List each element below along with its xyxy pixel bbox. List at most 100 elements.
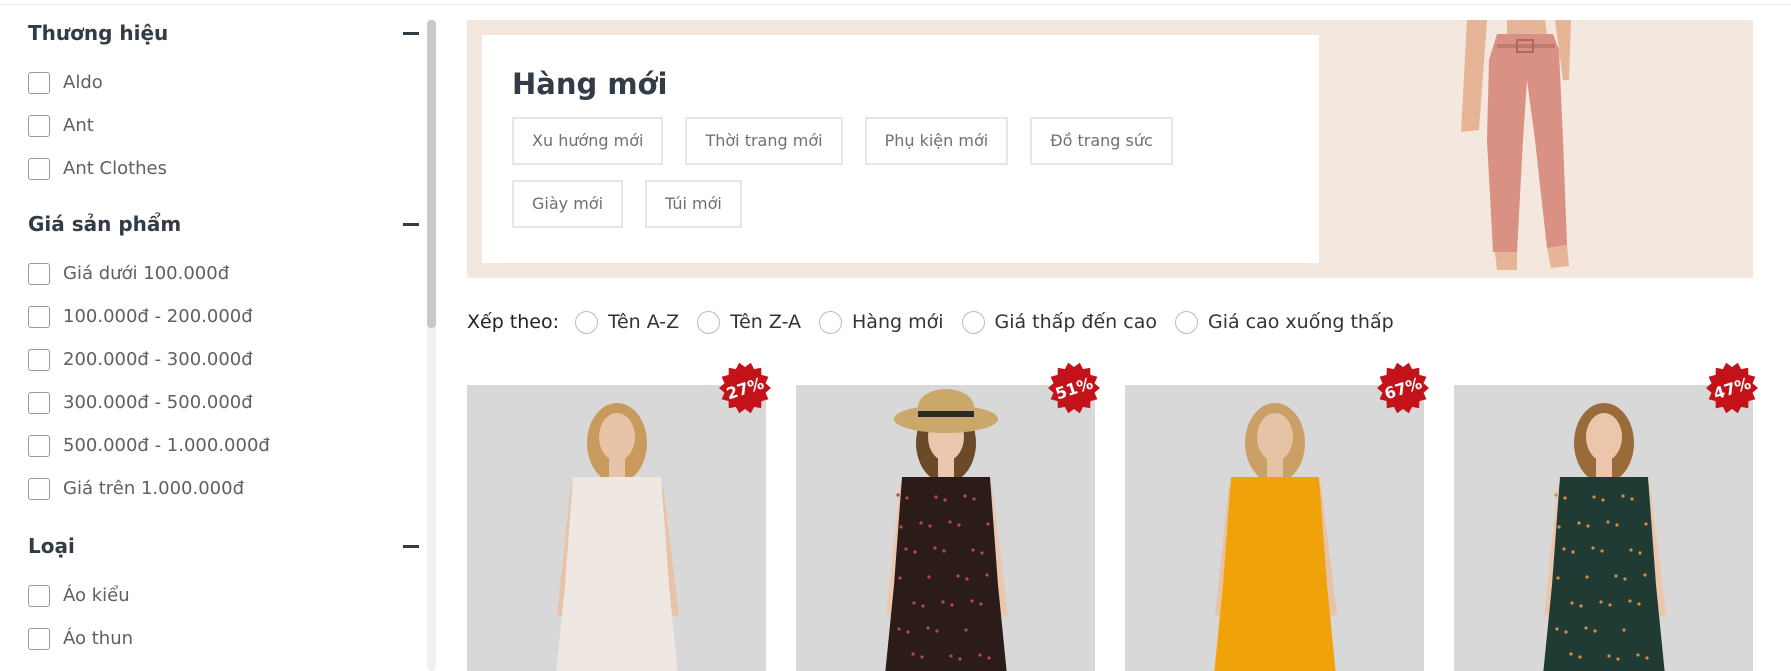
filter-item-price-6[interactable]: Giá trên 1.000.000đ: [28, 467, 425, 510]
tag-fashion[interactable]: Thời trang mới: [685, 117, 843, 165]
filter-label: 300.000đ - 500.000đ: [63, 392, 253, 413]
filter-label: 100.000đ - 200.000đ: [63, 306, 253, 327]
sort-option-price-asc[interactable]: Giá thấp đến cao: [961, 310, 1157, 334]
filter-label: Giá dưới 100.000đ: [63, 263, 230, 284]
sidebar-scrollbar[interactable]: [427, 20, 436, 671]
print-dot: [898, 576, 902, 580]
checkbox[interactable]: [28, 434, 50, 457]
main-content: Hàng mới Xu hướng mới Thời trang mới Phụ…: [467, 20, 1758, 671]
product-image[interactable]: [796, 385, 1095, 671]
print-dot: [970, 599, 974, 603]
filter-item-price-4[interactable]: 300.000đ - 500.000đ: [28, 381, 425, 424]
print-dot: [1570, 601, 1574, 605]
filter-label: Ant: [63, 115, 94, 136]
product-card[interactable]: 51%: [796, 362, 1100, 671]
print-dot: [1638, 551, 1642, 555]
sort-option-newest[interactable]: Hàng mới: [819, 310, 944, 334]
print-dot: [980, 551, 984, 555]
print-dot: [1614, 574, 1618, 578]
tag-trend[interactable]: Xu hướng mới: [512, 117, 664, 165]
sort-label: Xếp theo:: [467, 311, 560, 333]
discount-badge: 27%: [718, 361, 772, 415]
collapse-type-button[interactable]: [402, 534, 420, 558]
filter-item-price-3[interactable]: 200.000đ - 300.000đ: [28, 338, 425, 381]
filter-item-aldo[interactable]: Aldo: [28, 61, 425, 104]
print-dot: [928, 524, 932, 528]
filter-item-type-2[interactable]: Áo thun: [28, 617, 425, 660]
filter-group-brand: Thương hiệu Aldo Ant Ant Clothes: [28, 5, 425, 190]
sort-option-text: Giá cao xuống thấp: [1207, 311, 1394, 333]
tag-accessories[interactable]: Phụ kiện mới: [864, 117, 1009, 165]
print-dot: [948, 520, 952, 524]
checkbox[interactable]: [28, 305, 50, 328]
print-dot: [1607, 654, 1611, 658]
print-dot: [1600, 549, 1604, 553]
minus-icon: [403, 544, 419, 548]
print-dot: [1591, 546, 1595, 550]
tag-bags[interactable]: Túi mới: [645, 180, 742, 228]
discount-badge: 51%: [1047, 361, 1101, 415]
filter-item-price-2[interactable]: 100.000đ - 200.000đ: [28, 295, 425, 338]
print-dot: [1622, 628, 1626, 632]
print-dot: [897, 627, 901, 631]
collapse-price-button[interactable]: [402, 212, 420, 236]
collapse-brand-button[interactable]: [402, 21, 420, 45]
filter-item-price-1[interactable]: Giá dưới 100.000đ: [28, 252, 425, 295]
sort-option-name-asc[interactable]: Tên A-Z: [575, 310, 680, 334]
filter-group-type: Loại Áo kiểu Áo thun: [28, 518, 425, 660]
print-dot: [919, 521, 923, 525]
print-dot: [971, 548, 975, 552]
print-dot: [934, 495, 938, 499]
radio-button[interactable]: [697, 310, 721, 334]
print-dot: [1636, 653, 1640, 657]
filter-item-price-5[interactable]: 500.000đ - 1.000.000đ: [28, 424, 425, 467]
filter-item-ant[interactable]: Ant: [28, 104, 425, 147]
radio-button[interactable]: [961, 310, 985, 334]
checkbox[interactable]: [28, 627, 50, 650]
print-dot: [957, 523, 961, 527]
checkbox[interactable]: [28, 477, 50, 500]
print-dot: [950, 603, 954, 607]
banner-title: Hàng mới: [512, 67, 668, 101]
sort-option-text: Tên A-Z: [608, 311, 680, 333]
sort-option-name-desc[interactable]: Tên Z-A: [697, 310, 801, 334]
product-grid: 27% 51% 67% 47%: [467, 362, 1758, 671]
print-dot: [1644, 522, 1648, 526]
sort-option-price-desc[interactable]: Giá cao xuống thấp: [1174, 310, 1394, 334]
product-card[interactable]: 67%: [1125, 362, 1429, 671]
filter-item-type-1[interactable]: Áo kiểu: [28, 574, 425, 617]
print-dot: [1563, 496, 1567, 500]
minus-icon: [403, 31, 419, 35]
product-card[interactable]: 47%: [1454, 362, 1758, 671]
tag-jewelry[interactable]: Đồ trang sức: [1030, 117, 1173, 165]
tag-shoes[interactable]: Giày mới: [512, 180, 624, 228]
checkbox[interactable]: [28, 114, 50, 137]
radio-button[interactable]: [1174, 310, 1198, 334]
product-image[interactable]: [1125, 385, 1424, 671]
radio-button[interactable]: [575, 310, 599, 334]
print-dot: [1599, 600, 1603, 604]
print-dot: [896, 493, 900, 497]
checkbox[interactable]: [28, 391, 50, 414]
checkbox[interactable]: [28, 262, 50, 285]
print-dot: [935, 629, 939, 633]
checkbox[interactable]: [28, 348, 50, 371]
hat-band: [918, 411, 974, 417]
sort-option-text: Giá thấp đến cao: [994, 311, 1157, 333]
product-card[interactable]: 27%: [467, 362, 771, 671]
radio-button[interactable]: [819, 310, 843, 334]
checkbox[interactable]: [28, 584, 50, 607]
print-dot: [933, 546, 937, 550]
checkbox[interactable]: [28, 71, 50, 94]
filter-label: Áo thun: [63, 628, 134, 649]
print-dot: [941, 600, 945, 604]
sort-bar: Xếp theo: Tên A-Z Tên Z-A Hàng mới Giá t…: [467, 302, 1412, 342]
product-image[interactable]: [1454, 385, 1753, 671]
filter-item-ant-clothes[interactable]: Ant Clothes: [28, 147, 425, 190]
model-dress: [1543, 477, 1665, 671]
print-dot: [1578, 655, 1582, 659]
filter-title-text: Giá sản phẩm: [28, 212, 182, 236]
checkbox[interactable]: [28, 157, 50, 180]
sidebar-scrollbar-thumb[interactable]: [427, 20, 436, 328]
product-image[interactable]: [467, 385, 766, 671]
